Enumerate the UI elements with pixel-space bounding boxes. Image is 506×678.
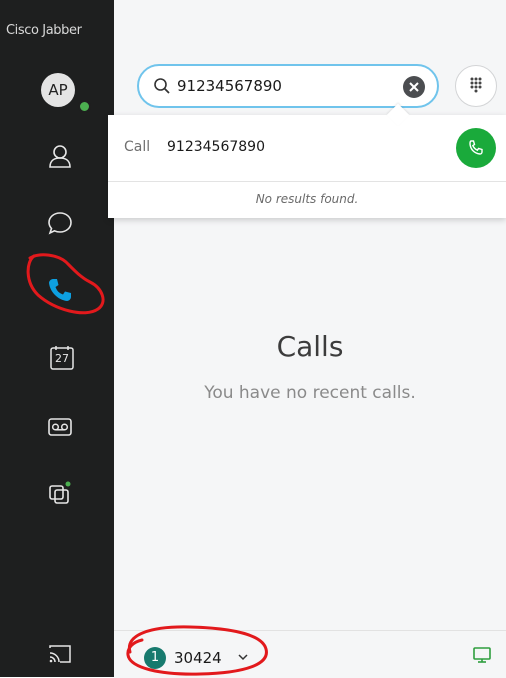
search-value[interactable]: 91234567890 [177, 77, 282, 95]
status-bar [114, 630, 506, 678]
navigation-sidebar: Cisco Jabber AP 27 [0, 0, 114, 677]
no-results-message: No results found. [255, 192, 359, 206]
phone-icon[interactable] [46, 276, 74, 304]
clear-search-button[interactable] [403, 76, 425, 98]
cast-icon[interactable] [46, 640, 74, 668]
contacts-icon[interactable] [46, 142, 74, 170]
call-number[interactable]: 91234567890 [167, 139, 265, 155]
line-count-badge[interactable]: 1 [144, 647, 166, 669]
presence-status-icon [78, 100, 91, 113]
search-icon [154, 78, 170, 94]
calendar-date-label: 27 [55, 352, 69, 365]
phone-icon [469, 140, 483, 155]
phone-extension[interactable]: 30424 [174, 649, 222, 667]
calendar-icon[interactable]: 27 [50, 345, 74, 371]
chevron-down-icon[interactable] [237, 652, 249, 662]
app-title: Cisco Jabber [6, 23, 82, 38]
page-title: Calls [276, 330, 344, 363]
call-label[interactable]: Call [124, 139, 150, 155]
close-icon [409, 82, 419, 92]
dialpad-icon [470, 77, 482, 93]
call-button[interactable] [456, 128, 496, 168]
voicemail-icon[interactable] [46, 413, 74, 441]
search-input[interactable]: 91234567890 [137, 64, 439, 108]
window-icon[interactable] [46, 478, 74, 506]
user-avatar[interactable]: AP [41, 73, 75, 107]
computer-icon[interactable] [472, 645, 492, 665]
dialpad-button[interactable] [455, 65, 497, 107]
divider [108, 181, 506, 182]
chat-bubble-icon[interactable] [46, 209, 74, 237]
empty-state-message: You have no recent calls. [204, 383, 416, 403]
search-results-dropdown: Call 91234567890 No results found. [108, 103, 506, 218]
